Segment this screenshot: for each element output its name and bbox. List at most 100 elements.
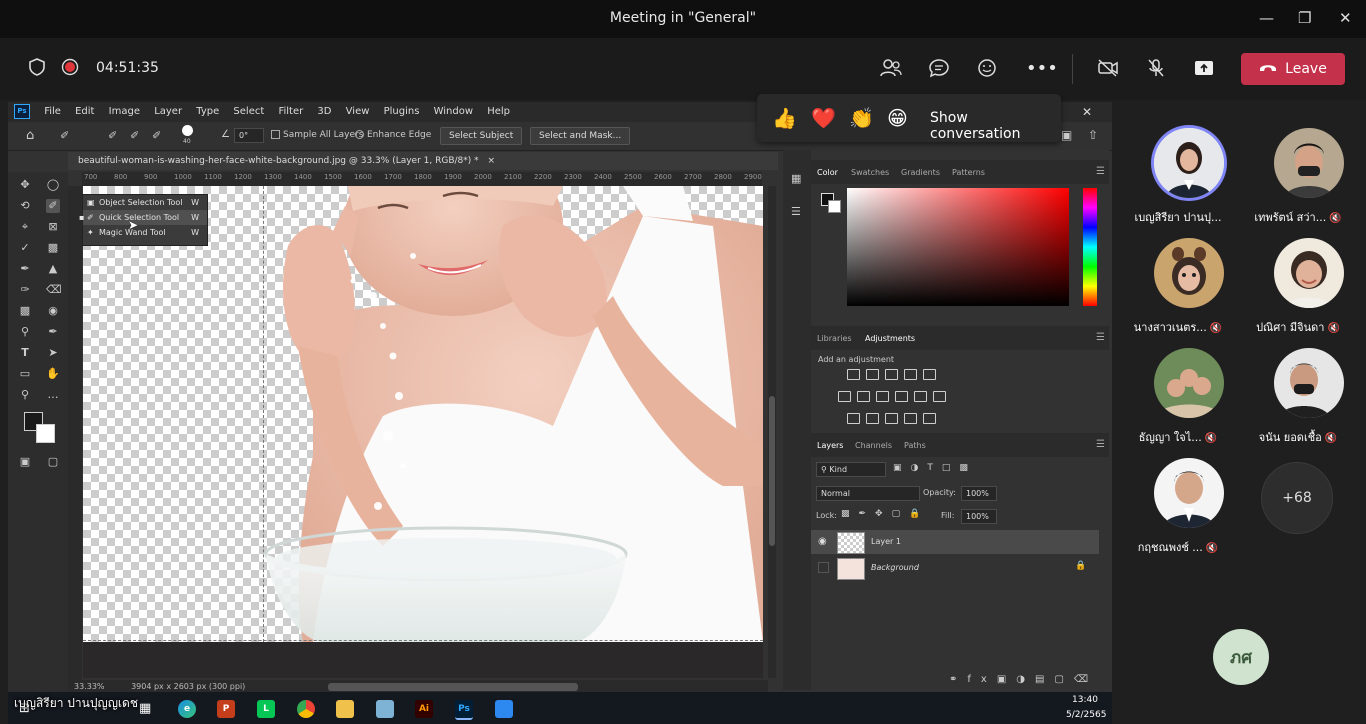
adjustment-icon[interactable] [904,413,917,424]
hand-tool-icon[interactable]: ✋ [46,367,60,381]
powerpoint-icon[interactable]: P [217,700,235,718]
quick-selection-tool-icon[interactable]: ✐ [46,199,60,213]
quick-selection-preset-icon[interactable]: ✐ [60,129,69,142]
menu-help[interactable]: Help [487,102,510,122]
type-tool-icon[interactable]: T [18,346,32,360]
adjustment-icon[interactable] [923,369,936,380]
angle-field[interactable]: 0° [234,128,264,143]
line-app-icon[interactable]: L [257,700,275,718]
panel-menu-icon[interactable]: ☰ [1096,332,1105,343]
menu-plugins[interactable]: Plugins [384,102,420,122]
more-tools-icon[interactable]: … [46,388,60,402]
participants-icon[interactable] [880,58,902,83]
move-tool-icon[interactable]: ✥ [18,178,32,192]
enhance-edge-checkbox[interactable] [355,130,364,139]
adjustment-icon[interactable] [895,391,908,402]
rectangle-tool-icon[interactable]: ▭ [18,367,32,381]
horizontal-scrollbar[interactable] [328,683,578,691]
panel-menu-icon[interactable]: ☰ [1096,166,1105,177]
show-conversation-link[interactable]: Show conversation [930,110,1061,142]
path-selection-icon[interactable]: ➤ [46,346,60,360]
tab-channels[interactable]: Channels [855,441,892,450]
menu-window[interactable]: Window [434,102,473,122]
workspace-icon[interactable]: ▣ [1061,128,1072,142]
menu-type[interactable]: Type [196,102,219,122]
select-subject-button[interactable]: Select Subject [440,127,523,145]
magic-wand-tool-item[interactable]: ✦ Magic Wand Tool W [83,225,207,240]
dodge-tool-icon[interactable]: ⚲ [18,325,32,339]
tab-libraries[interactable]: Libraries [817,334,852,343]
crop-tool-icon[interactable]: ⌖ [18,220,32,234]
sample-all-layers-checkbox[interactable] [271,130,280,139]
brush-preview-icon[interactable] [182,125,193,136]
tab-patterns[interactable]: Patterns [952,168,985,177]
menu-select[interactable]: Select [233,102,264,122]
menu-edit[interactable]: Edit [75,102,94,122]
layer-filter-icons[interactable]: ▣◑T□▩ [893,463,977,473]
adjustment-icon[interactable] [847,413,860,424]
self-avatar[interactable]: ภศ [1213,629,1269,685]
hue-slider[interactable] [1083,188,1097,306]
opacity-field[interactable]: 100% [961,486,997,501]
screen-mode-icon[interactable]: ▢ [46,455,60,469]
applause-reaction[interactable]: 👏 [849,106,874,130]
minimize-icon[interactable]: — [1259,9,1274,27]
notepad-icon[interactable] [376,700,394,718]
tab-paths[interactable]: Paths [904,441,926,450]
tab-gradients[interactable]: Gradients [901,168,940,177]
mic-off-icon[interactable] [1146,58,1166,83]
participant-tile[interactable]: เทพรัตน์ สว่า... 🔇 [1242,128,1354,238]
menu-file[interactable]: File [44,102,61,122]
quick-selection-tool-item[interactable]: ▪ ✐ Quick Selection Tool W [79,210,207,225]
adjustment-icon[interactable] [866,413,879,424]
close-icon[interactable]: ✕ [1339,9,1352,27]
visibility-eye-icon[interactable]: ◉ [818,536,827,547]
blur-tool-icon[interactable]: ◉ [46,304,60,318]
participant-tile[interactable]: ธัญญา ใจไ... 🔇 [1122,348,1234,458]
adjustment-icon[interactable] [866,369,879,380]
share-screen-icon[interactable] [1193,58,1215,83]
adjustment-icon[interactable] [914,391,927,402]
patch-tool-icon[interactable]: ▩ [46,241,60,255]
menu-layer[interactable]: Layer [154,102,182,122]
more-actions-icon[interactable]: ••• [1026,58,1058,80]
history-brush-icon[interactable]: ✑ [18,283,32,297]
layer-row-background[interactable]: Background 🔒 [811,556,1099,580]
maximize-icon[interactable]: ❐ [1298,9,1311,27]
participant-tile[interactable]: เบญสิรียา ปานปุ... [1122,128,1234,238]
color-bg-swatch[interactable] [828,200,841,213]
photos-icon[interactable] [495,700,513,718]
polygonal-lasso-icon[interactable]: ⟲ [18,199,32,213]
adjustment-icon[interactable] [923,413,936,424]
zoom-tool-icon[interactable]: ⚲ [18,388,32,402]
laugh-reaction[interactable]: 😁 [887,106,908,130]
chrome-icon[interactable] [297,700,315,718]
background-color-swatch[interactable] [36,424,55,443]
eraser-tool-icon[interactable]: ⌫ [46,283,62,297]
adjustment-icon[interactable] [847,369,860,380]
participant-tile[interactable]: นางสาวเนตร... 🔇 [1122,238,1234,348]
raise-hand-icon[interactable] [976,58,998,83]
camera-off-icon[interactable] [1097,58,1119,83]
fill-field[interactable]: 100% [961,509,997,524]
like-reaction[interactable]: 👍 [772,106,797,130]
vertical-scrollbar[interactable] [769,396,775,546]
layer-footer-icons[interactable]: ⚭fx▣◑▤▢⌫ [949,674,1098,685]
eyedropper-icon[interactable]: ✓ [18,241,32,255]
layer-row-layer1[interactable]: ◉ Layer 1 [811,530,1099,554]
ps-close-icon[interactable]: ✕ [1082,102,1092,122]
lasso-tool-icon[interactable]: ◯ [46,178,60,192]
file-explorer-icon[interactable] [336,700,354,718]
participant-tile[interactable]: ปณิศา มีจินดา 🔇 [1242,238,1354,348]
gradient-tool-icon[interactable]: ▩ [18,304,32,318]
lock-icons[interactable]: ▩✒✥▢🔒 [841,509,929,519]
photoshop-taskbar-icon[interactable]: Ps [455,700,473,720]
blend-mode-select[interactable]: Normal [816,486,920,501]
heart-reaction[interactable]: ❤️ [811,106,836,130]
add-to-selection-icon[interactable]: ✐ [130,129,139,142]
tab-adjustments[interactable]: Adjustments [865,334,915,343]
adjustment-icon[interactable] [885,413,898,424]
subtract-selection-icon[interactable]: ✐ [152,129,161,142]
adjustment-icon[interactable] [933,391,946,402]
shield-icon[interactable] [28,58,46,81]
